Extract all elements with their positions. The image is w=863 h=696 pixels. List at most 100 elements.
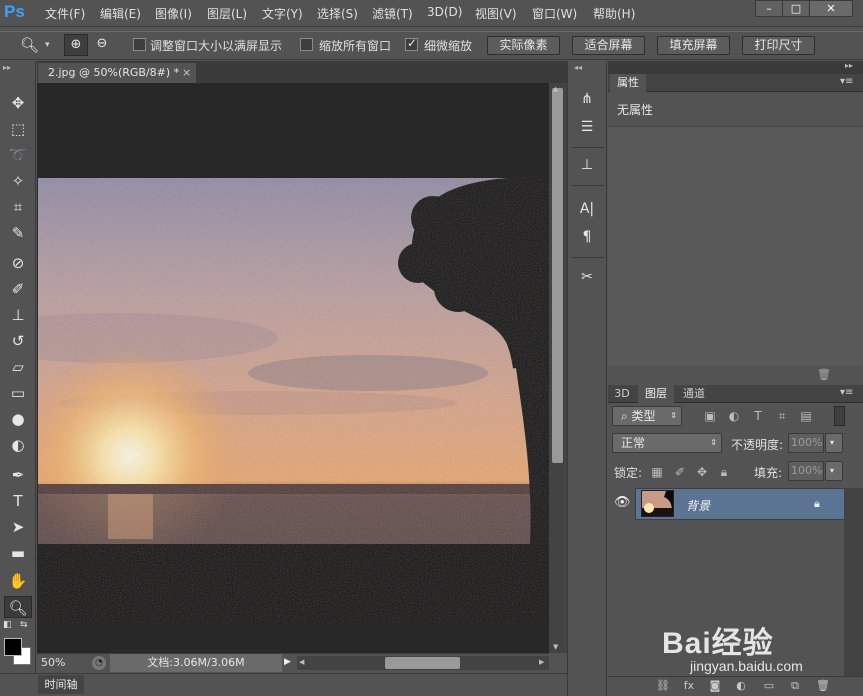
layers-menu-icon[interactable]: ▾≡ — [840, 387, 853, 398]
zoom-tool-preset-icon[interactable]: 🔍︎ — [20, 36, 39, 54]
blur-tool-icon[interactable]: ● — [4, 408, 32, 430]
menu-edit[interactable]: 编辑(E) — [100, 5, 141, 22]
menu-view[interactable]: 视图(V) — [475, 5, 517, 22]
menu-select[interactable]: 选择(S) — [317, 5, 358, 22]
blend-mode-select[interactable]: 正常 ⇕ — [612, 433, 722, 453]
add-mask-icon[interactable]: ◙ — [706, 678, 724, 694]
swap-colors-icon[interactable]: ⇆ — [20, 620, 28, 630]
fit-screen-button[interactable]: 适合屏幕 — [572, 36, 645, 55]
fill-dropdown-icon[interactable]: ▾ — [825, 461, 843, 481]
paragraph-panel-icon[interactable]: ¶ — [573, 226, 601, 248]
fill-screen-button[interactable]: 填充屏幕 — [657, 36, 730, 55]
menu-layer[interactable]: 图层(L) — [207, 5, 247, 22]
type-tool-icon[interactable]: T — [4, 490, 32, 512]
menu-help[interactable]: 帮助(H) — [593, 5, 635, 22]
trash-icon[interactable]: 🗑︎ — [817, 368, 831, 381]
document-tab[interactable]: 2.jpg @ 50%(RGB/8#) * — [38, 63, 196, 83]
gradient-tool-icon[interactable]: ▭ — [4, 382, 32, 404]
path-selection-tool-icon[interactable]: ➤ — [4, 516, 32, 538]
layer-filter-select[interactable]: ⌕ 类型 ⇕ — [612, 406, 682, 426]
tab-close-icon[interactable]: × — [182, 63, 191, 83]
lasso-tool-icon[interactable]: ➰ — [4, 144, 32, 166]
crop-tool-icon[interactable]: ⌗ — [4, 196, 32, 218]
panel-menu-icon[interactable]: ▾≡ — [840, 76, 853, 87]
hand-tool-icon[interactable]: ✋ — [4, 570, 32, 592]
brush-presets-icon[interactable]: ⋔ — [573, 88, 601, 110]
opacity-dropdown-icon[interactable]: ▾ — [825, 433, 843, 453]
menu-3d[interactable]: 3D(D) — [427, 5, 462, 19]
tab-layers[interactable]: 图层 — [638, 385, 674, 403]
rectangle-tool-icon[interactable]: ▬ — [4, 542, 32, 564]
zoom-in-icon[interactable]: ⊕ — [64, 34, 88, 56]
lock-transparent-icon[interactable]: ▦ — [649, 464, 665, 480]
maximize-button[interactable]: □ — [782, 0, 810, 17]
foreground-color-chip[interactable] — [4, 638, 22, 656]
actual-pixels-button[interactable]: 实际像素 — [487, 36, 560, 55]
chevron-down-icon[interactable]: ▾ — [45, 40, 50, 50]
link-layers-icon[interactable]: ⛓ — [654, 678, 672, 694]
pen-tool-icon[interactable]: ✒ — [4, 464, 32, 486]
adjustment-layer-icon[interactable]: ◐ — [732, 678, 750, 694]
default-colors-icon[interactable]: ◧ — [3, 620, 12, 630]
menu-file[interactable]: 文件(F) — [45, 5, 85, 22]
eye-icon[interactable]: 👁︎ — [614, 495, 631, 510]
menu-type[interactable]: 文字(Y) — [262, 5, 303, 22]
strip-collapse-icon[interactable]: ◂◂ — [574, 63, 582, 72]
layer-name[interactable]: 背景 — [686, 497, 710, 514]
zoom-tool-icon[interactable]: 🔍︎ — [4, 596, 32, 618]
document-info[interactable]: 文档:3.06M/3.06M — [110, 654, 282, 672]
horizontal-scroll-thumb[interactable] — [385, 657, 460, 669]
filter-shape-icon[interactable]: ⌗ — [774, 408, 790, 424]
fx-icon[interactable]: fx — [680, 678, 698, 694]
panel-collapse-icon[interactable]: ▸▸ — [845, 61, 853, 70]
tab-channels[interactable]: 通道 — [676, 385, 712, 403]
lock-position-icon[interactable]: ✥ — [694, 464, 710, 480]
history-brush-tool-icon[interactable]: ↺ — [4, 330, 32, 352]
brush-settings-icon[interactable]: ☰ — [573, 116, 601, 138]
filter-pixel-icon[interactable]: ▣ — [702, 408, 718, 424]
eraser-tool-icon[interactable]: ▱ — [4, 356, 32, 378]
menu-filter[interactable]: 滤镜(T) — [372, 5, 413, 22]
clone-source-icon[interactable]: ⊥ — [573, 154, 601, 176]
lock-all-icon[interactable]: 🔒︎ — [716, 464, 732, 480]
menu-image[interactable]: 图像(I) — [155, 5, 192, 22]
minimize-button[interactable]: – — [755, 0, 783, 17]
filter-toggle[interactable] — [834, 406, 845, 426]
filter-type-icon[interactable]: T — [750, 408, 766, 424]
delete-layer-icon[interactable]: 🗑︎ — [814, 678, 832, 694]
timeline-tab[interactable]: 时间轴 — [38, 675, 84, 694]
brush-tool-icon[interactable]: ✐ — [4, 278, 32, 300]
zoom-out-icon[interactable]: ⊖ — [92, 34, 112, 56]
marquee-tool-icon[interactable]: ⬚ — [4, 118, 32, 140]
print-size-button[interactable]: 打印尺寸 — [742, 36, 815, 55]
resize-windows-checkbox[interactable] — [133, 38, 146, 51]
collapse-icon[interactable]: ▸▸ — [3, 63, 11, 72]
document-image[interactable] — [38, 178, 549, 623]
lock-pixels-icon[interactable]: ✐ — [672, 464, 688, 480]
magic-wand-tool-icon[interactable]: ✧ — [4, 170, 32, 192]
new-group-icon[interactable]: ▭ — [760, 678, 778, 694]
scroll-left-arrow-icon[interactable]: ◀ — [299, 658, 304, 666]
tool-presets-icon[interactable]: ✂ — [573, 266, 601, 288]
info-icon[interactable]: ◔ — [92, 656, 106, 670]
filter-smart-object-icon[interactable]: ▤ — [798, 408, 814, 424]
character-panel-icon[interactable]: A| — [573, 198, 601, 220]
tab-properties[interactable]: 属性 — [610, 74, 646, 92]
fill-input[interactable]: 100% — [788, 461, 824, 481]
opacity-input[interactable]: 100% — [788, 433, 824, 453]
move-tool-icon[interactable]: ✥ — [4, 92, 32, 114]
tab-3d[interactable]: 3D — [610, 385, 634, 403]
zoom-all-checkbox[interactable] — [300, 38, 313, 51]
scrubby-zoom-checkbox[interactable] — [405, 36, 418, 51]
zoom-level[interactable]: 50% — [41, 656, 65, 669]
close-button[interactable]: ✕ — [809, 0, 853, 17]
menu-window[interactable]: 窗口(W) — [532, 5, 577, 22]
vertical-scroll-thumb[interactable] — [552, 88, 563, 463]
new-layer-icon[interactable]: ⧉ — [786, 678, 804, 694]
filter-adjustment-icon[interactable]: ◐ — [726, 408, 742, 424]
layers-scrollbar[interactable] — [844, 488, 863, 676]
status-menu-arrow-icon[interactable]: ▶ — [284, 657, 291, 667]
eyedropper-tool-icon[interactable]: ✎ — [4, 222, 32, 244]
dodge-tool-icon[interactable]: ◐ — [4, 434, 32, 456]
clone-stamp-tool-icon[interactable]: ⊥ — [4, 304, 32, 326]
